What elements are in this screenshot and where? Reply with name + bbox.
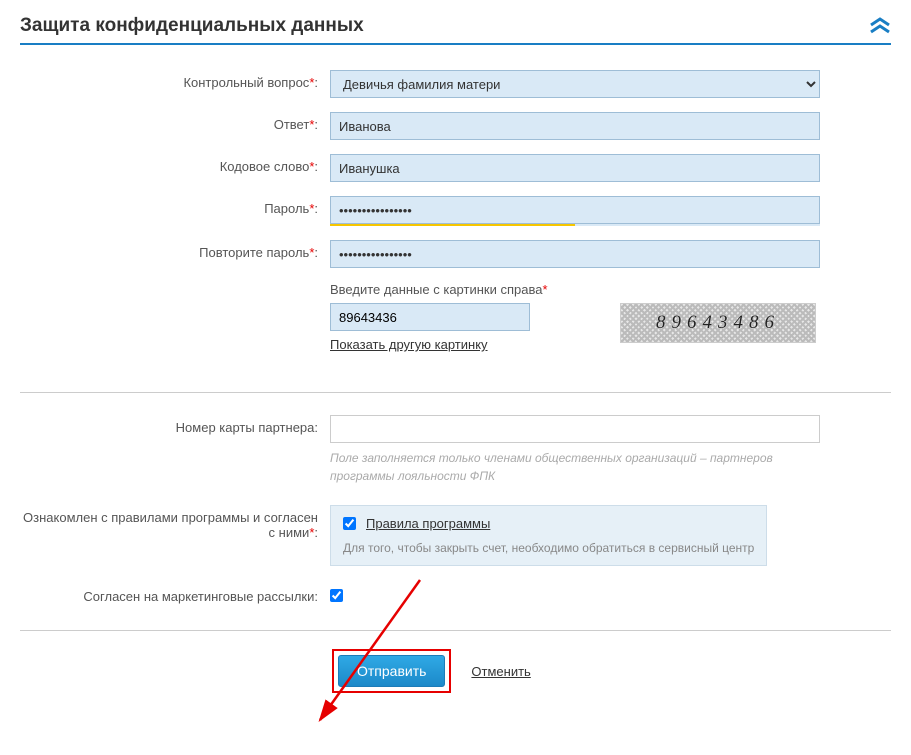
label-partner-card: Номер карты партнера:	[20, 415, 330, 435]
password-repeat-input[interactable]	[330, 240, 820, 268]
row-rules-agree: Ознакомлен с правилами программы и согла…	[20, 505, 891, 566]
row-code-word: Кодовое слово*:	[20, 154, 891, 182]
collapse-icon[interactable]	[869, 17, 891, 35]
captcha-refresh-link[interactable]: Показать другую картинку	[330, 337, 488, 352]
cancel-link[interactable]: Отменить	[471, 664, 530, 679]
label-password-repeat: Повторите пароль*:	[20, 240, 330, 260]
answer-input[interactable]	[330, 112, 820, 140]
label-code-word: Кодовое слово*:	[20, 154, 330, 174]
row-password: Пароль*:	[20, 196, 891, 226]
rules-block: Правила программы Для того, чтобы закрыт…	[330, 505, 767, 566]
rules-checkbox[interactable]	[343, 517, 356, 530]
captcha-image: 89643486	[620, 303, 816, 343]
label-rules-agree: Ознакомлен с правилами программы и согла…	[20, 505, 330, 540]
section-title: Защита конфиденциальных данных	[20, 15, 364, 37]
row-password-repeat: Повторите пароль*:	[20, 240, 891, 268]
confidential-data-form: Защита конфиденциальных данных Контрольн…	[20, 15, 891, 693]
captcha-label: Введите данные с картинки справа*	[330, 282, 820, 297]
row-marketing: Согласен на маркетинговые рассылки:	[20, 584, 891, 605]
button-row: Отправить Отменить	[20, 630, 891, 693]
captcha-input[interactable]	[330, 303, 530, 331]
row-answer: Ответ*:	[20, 112, 891, 140]
row-partner-card: Номер карты партнера: Поле заполняется т…	[20, 415, 891, 485]
row-security-question: Контрольный вопрос*: Девичья фамилия мат…	[20, 70, 891, 98]
code-word-input[interactable]	[330, 154, 820, 182]
partner-card-input[interactable]	[330, 415, 820, 443]
row-captcha: Введите данные с картинки справа* Показа…	[20, 282, 891, 352]
label-answer: Ответ*:	[20, 112, 330, 132]
submit-highlight: Отправить	[332, 649, 451, 693]
rules-note: Для того, чтобы закрыть счет, необходимо…	[343, 541, 754, 555]
section-header: Защита конфиденциальных данных	[20, 15, 891, 45]
rules-link[interactable]: Правила программы	[366, 516, 490, 531]
submit-button[interactable]: Отправить	[338, 655, 445, 687]
label-marketing: Согласен на маркетинговые рассылки:	[20, 584, 330, 604]
security-question-select[interactable]: Девичья фамилия матери	[330, 70, 820, 98]
divider	[20, 392, 891, 393]
label-security-question: Контрольный вопрос*:	[20, 70, 330, 90]
partner-card-hint: Поле заполняется только членами обществе…	[330, 449, 820, 485]
marketing-checkbox[interactable]	[330, 589, 343, 602]
label-password: Пароль*:	[20, 196, 330, 216]
password-input[interactable]	[330, 196, 820, 224]
